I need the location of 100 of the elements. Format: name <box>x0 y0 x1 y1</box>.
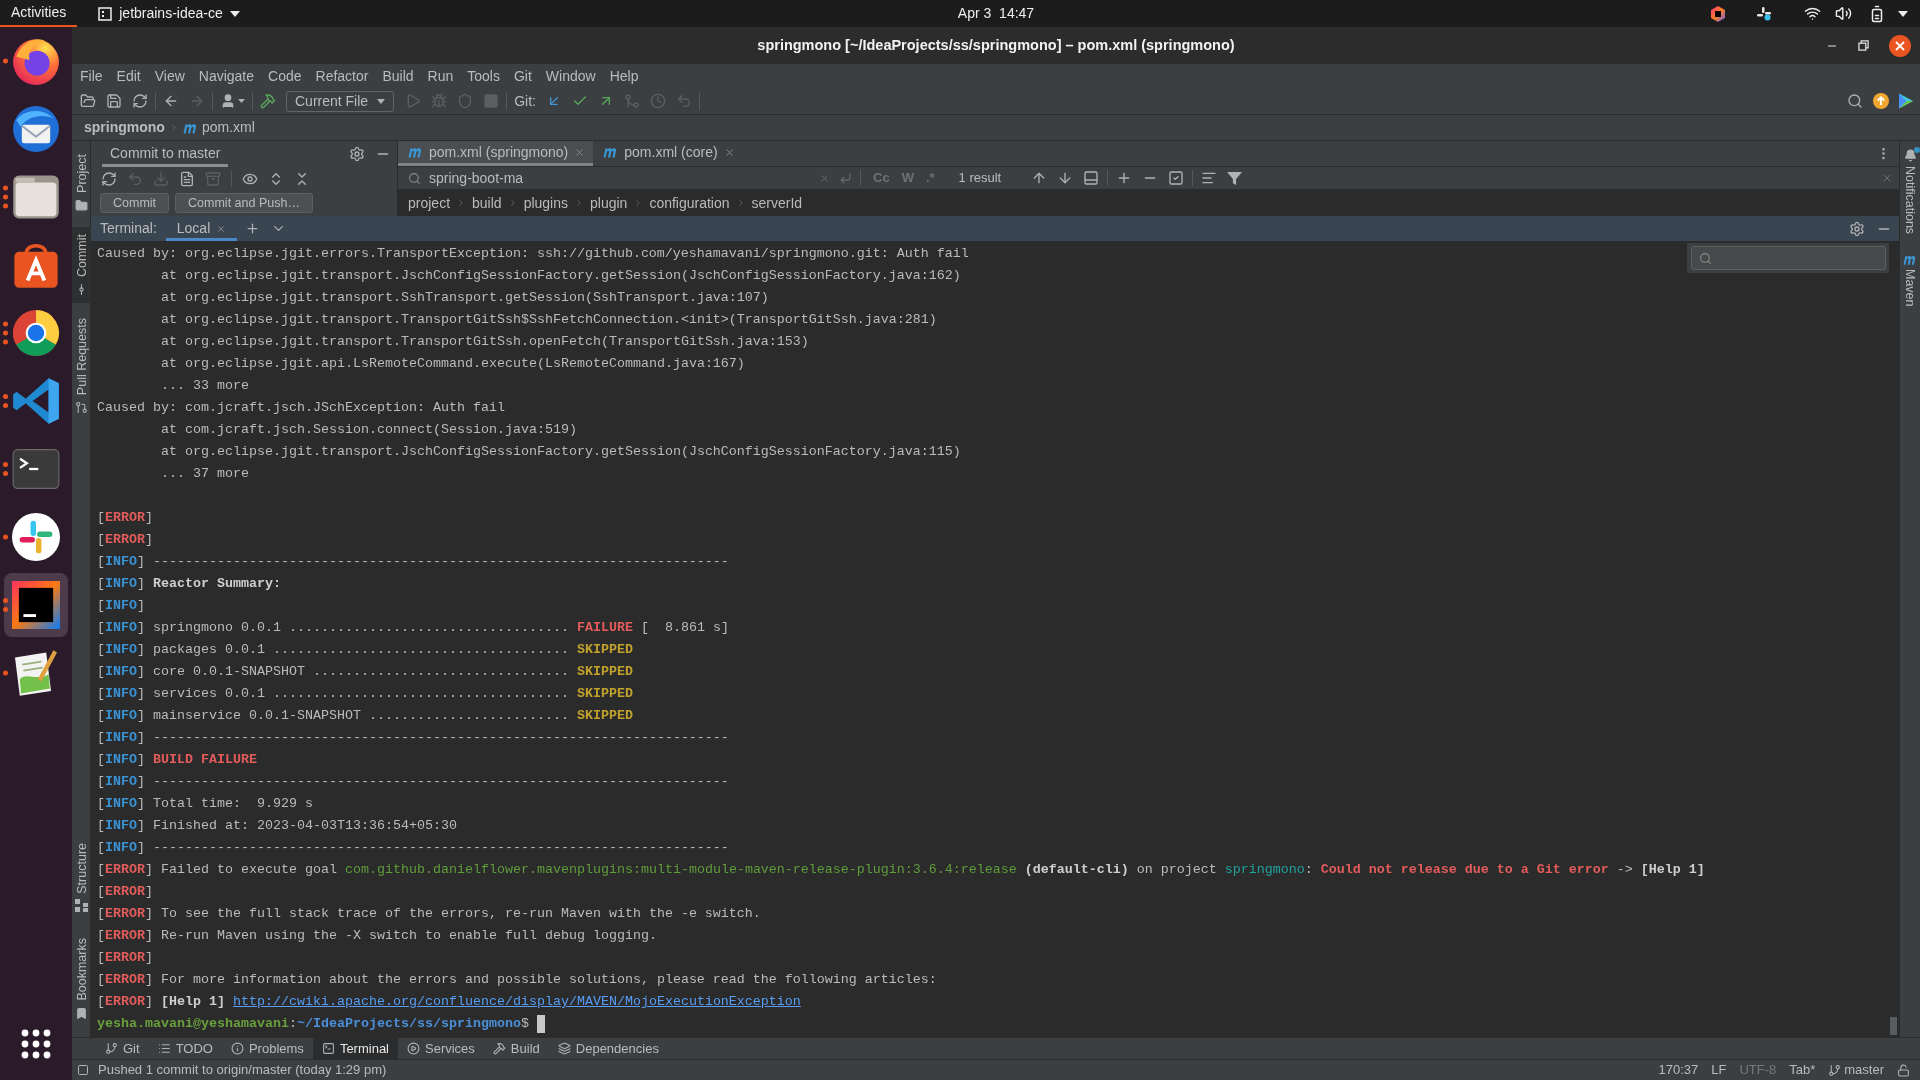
caret-icon[interactable] <box>229 10 240 17</box>
terminal-line: ... 33 more <box>161 378 249 393</box>
restore-icon[interactable] <box>1858 40 1869 51</box>
tool-window-button[interactable]: Git <box>96 1038 149 1059</box>
clock[interactable]: Apr 3 14:47 <box>957 3 1035 24</box>
indent-setting[interactable]: Tab* <box>1789 1060 1816 1080</box>
breadcrumb-item[interactable]: project <box>408 192 451 214</box>
scrollbar-thumb[interactable] <box>1890 1017 1897 1035</box>
search-icon[interactable] <box>1698 251 1712 265</box>
wifi-icon[interactable] <box>1804 5 1821 22</box>
search-icon[interactable] <box>1847 93 1863 109</box>
terminal-line: ... 37 more <box>161 466 249 481</box>
terminal-line: [INFO] BUILD FAILURE <box>97 752 257 767</box>
terminal-line: [ERROR] Re-run Maven using the -X switch to enable full debug logging. <box>97 928 657 943</box>
tool-window-button[interactable]: Dependencies <box>548 1038 668 1059</box>
tool-window-button[interactable]: Project <box>72 147 91 219</box>
breadcrumb-item[interactable]: build <box>472 192 502 214</box>
run-config-dropdown[interactable]: Current File <box>286 90 395 112</box>
menu-item[interactable]: Tools <box>460 65 507 87</box>
refresh-icon[interactable] <box>101 170 117 187</box>
menu-item[interactable]: Refactor <box>308 65 376 87</box>
line-separator[interactable]: LF <box>1711 1060 1727 1080</box>
menu-item[interactable]: Window <box>538 65 603 87</box>
breadcrumb-item[interactable]: serverId <box>751 192 803 214</box>
close-icon[interactable] <box>1889 34 1911 57</box>
branch-icon <box>1828 1063 1842 1077</box>
tool-window-button[interactable]: Problems <box>221 1038 313 1059</box>
sync-icon[interactable] <box>132 93 148 109</box>
lines-icon[interactable] <box>1201 170 1218 186</box>
search-field[interactable]: spring-boot-ma <box>429 167 819 189</box>
menu-item[interactable]: Run <box>420 65 461 87</box>
commit-button[interactable]: Commit and Push… <box>175 193 313 213</box>
tool-window-button[interactable]: Services <box>398 1038 484 1059</box>
pinwheel-logo-icon[interactable] <box>12 513 60 561</box>
user-icon[interactable] <box>220 93 236 109</box>
hexagon-logo-icon[interactable] <box>1710 5 1726 22</box>
editor-tab[interactable]: pom.xml (springmono) <box>398 141 594 166</box>
menu-item[interactable]: Edit <box>109 65 148 87</box>
lock-icon[interactable] <box>1897 1063 1910 1077</box>
panel-icon[interactable] <box>1083 170 1100 186</box>
tool-window-button[interactable]: Bookmarks <box>72 931 91 1027</box>
breadcrumb-item[interactable]: springmono <box>84 117 165 138</box>
pinwheel-tray-icon[interactable] <box>1756 5 1772 22</box>
git-branch[interactable]: master <box>1844 1060 1884 1080</box>
tool-window-button[interactable]: Maven <box>1903 252 1917 309</box>
update-circle-icon[interactable] <box>1873 93 1889 109</box>
tool-window-button[interactable]: TODO <box>148 1038 222 1059</box>
breadcrumb-item[interactable]: plugins <box>523 192 568 214</box>
square-toggle-icon[interactable] <box>77 1064 89 1076</box>
terminal-line: [INFO] services 0.0.1 ..................................... SKIPPED <box>97 686 633 701</box>
menu-item[interactable]: Navigate <box>191 65 262 87</box>
hammer-icon[interactable] <box>260 93 276 109</box>
envelope-globe-icon[interactable] <box>12 105 60 153</box>
editor-tab[interactable]: pom.xml (core) <box>593 141 743 166</box>
menu-item[interactable]: Code <box>261 65 309 87</box>
settings-icon[interactable] <box>349 146 365 162</box>
app-grid-icon[interactable] <box>21 1029 51 1059</box>
folder-icon[interactable] <box>12 173 60 221</box>
volume-icon[interactable] <box>1835 5 1852 22</box>
breadcrumb-item[interactable]: configuration <box>649 192 730 214</box>
menu-item[interactable]: Build <box>375 65 421 87</box>
document-icon[interactable] <box>179 170 195 187</box>
commit-button[interactable]: Commit <box>100 193 170 213</box>
terminal-line: [ERROR] <box>97 884 153 899</box>
app-menu[interactable]: jetbrains-idea-ce <box>119 3 223 24</box>
notepad-icon[interactable] <box>12 649 60 697</box>
tree-squares-icon[interactable] <box>75 899 88 913</box>
ribbon-logo-icon[interactable] <box>12 377 60 425</box>
tool-window-button[interactable]: Structure <box>72 835 91 920</box>
tool-window-button[interactable]: Commit <box>72 226 91 303</box>
open-folder-icon[interactable] <box>80 93 96 109</box>
settings-icon[interactable] <box>1849 220 1865 237</box>
tool-window-button[interactable]: Terminal <box>312 1038 398 1059</box>
tool-window-button[interactable]: Pull Requests <box>72 310 91 422</box>
search-icon[interactable] <box>408 171 421 185</box>
checkbox-icon[interactable] <box>1168 170 1185 186</box>
terminal-line: at org.eclipse.jgit.api.LsRemoteCommand.execute(LsRemoteCommand.java:167) <box>161 356 745 371</box>
add-icon[interactable] <box>245 221 261 236</box>
caret-icon[interactable] <box>1898 10 1908 17</box>
menu-item[interactable]: View <box>147 65 192 87</box>
tool-window-button[interactable]: Notifications <box>1903 147 1917 237</box>
bell-icon[interactable] <box>1903 149 1917 162</box>
save-icon[interactable] <box>106 93 122 109</box>
menu-item[interactable]: Git <box>506 65 539 87</box>
shopping-bag-icon[interactable] <box>12 241 60 289</box>
panel-tab[interactable]: Commit to master <box>102 141 229 167</box>
pull-request-icon[interactable] <box>75 401 88 415</box>
bookmark-icon[interactable] <box>75 1007 88 1020</box>
menu-item[interactable]: File <box>73 65 110 87</box>
swirl-globe-icon[interactable] <box>12 37 60 85</box>
breadcrumb-item[interactable]: pom.xml <box>201 117 255 138</box>
square-logo-icon[interactable] <box>12 581 60 629</box>
menu-item[interactable]: Help <box>602 65 646 87</box>
triangle-logo-icon[interactable] <box>1899 93 1913 109</box>
segmented-circle-icon[interactable] <box>12 309 60 357</box>
caret-position[interactable]: 170:37 <box>1658 1060 1699 1080</box>
breadcrumb-item[interactable]: plugin <box>590 192 628 214</box>
tool-window-button[interactable]: Build <box>483 1038 549 1059</box>
filter-icon[interactable] <box>1227 171 1243 185</box>
help-link[interactable]: http://cwiki.apache.org/confluence/display/MAVEN/MojoExecutionException <box>233 994 801 1009</box>
